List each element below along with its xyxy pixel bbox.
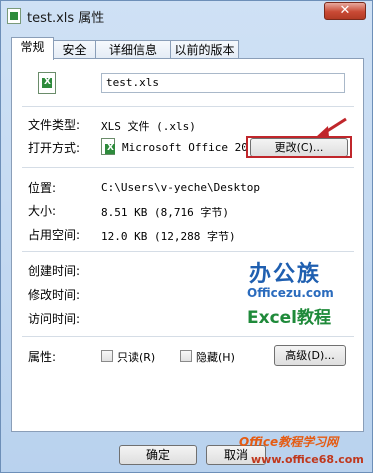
size-on-disk-label: 占用空间: (28, 228, 81, 242)
close-button[interactable]: ✕ (324, 2, 366, 20)
watermark-domain: Officezu.com (247, 286, 334, 300)
type-label: 文件类型: (28, 118, 81, 132)
divider (22, 106, 354, 107)
size-label: 大小: (28, 204, 57, 218)
divider (22, 251, 354, 252)
hidden-label[interactable]: 隐藏(H) (196, 349, 235, 365)
excel-app-icon (101, 138, 115, 155)
opens-with-label: 打开方式: (28, 141, 81, 155)
location-value: C:\Users\v-yeche\Desktop (101, 181, 260, 194)
type-value: XLS 文件 (.xls) (101, 120, 196, 133)
highlight-box (246, 136, 352, 158)
readonly-checkbox[interactable] (101, 350, 113, 362)
excel-file-icon (38, 72, 56, 94)
tab-details[interactable]: 详细信息 (95, 40, 171, 59)
readonly-label[interactable]: 只读(R) (117, 349, 155, 365)
advanced-button[interactable]: 高级(D)... (274, 345, 346, 366)
pointer-arrow-icon (316, 117, 347, 137)
watermark-logo: 办公族 (249, 262, 322, 287)
size-value: 8.51 KB (8,716 字节) (101, 206, 229, 219)
ok-button[interactable]: 确定 (119, 445, 197, 465)
title-bar[interactable]: test.xls 属性 ✕ (1, 1, 372, 29)
excel-file-icon (7, 8, 21, 24)
divider (22, 167, 354, 168)
general-panel: test.xls 文件类型: XLS 文件 (.xls) 打开方式: Micro… (11, 58, 364, 432)
watermark-bottom: Office教程学习网 (239, 435, 339, 449)
filename-field[interactable]: test.xls (101, 73, 345, 93)
hidden-checkbox[interactable] (180, 350, 192, 362)
tab-general[interactable]: 常规 (11, 37, 54, 60)
tab-security[interactable]: 安全 (53, 40, 96, 59)
created-label: 创建时间: (28, 264, 81, 278)
opens-with-value: Microsoft Office 20 (122, 141, 248, 154)
location-label: 位置: (28, 181, 57, 195)
divider (22, 336, 354, 337)
watermark-url: www.office68.com (251, 453, 364, 466)
window-title: test.xls 属性 (27, 11, 105, 26)
watermark-excel: Excel教程 (247, 308, 332, 328)
attributes-label: 属性: (28, 350, 57, 364)
properties-window: test.xls 属性 ✕ 常规 安全 详细信息 以前的版本 test.xls … (0, 0, 373, 473)
tab-previous-versions[interactable]: 以前的版本 (170, 40, 239, 59)
size-on-disk-value: 12.0 KB (12,288 字节) (101, 230, 236, 243)
modified-label: 修改时间: (28, 288, 81, 302)
accessed-label: 访问时间: (28, 312, 81, 326)
